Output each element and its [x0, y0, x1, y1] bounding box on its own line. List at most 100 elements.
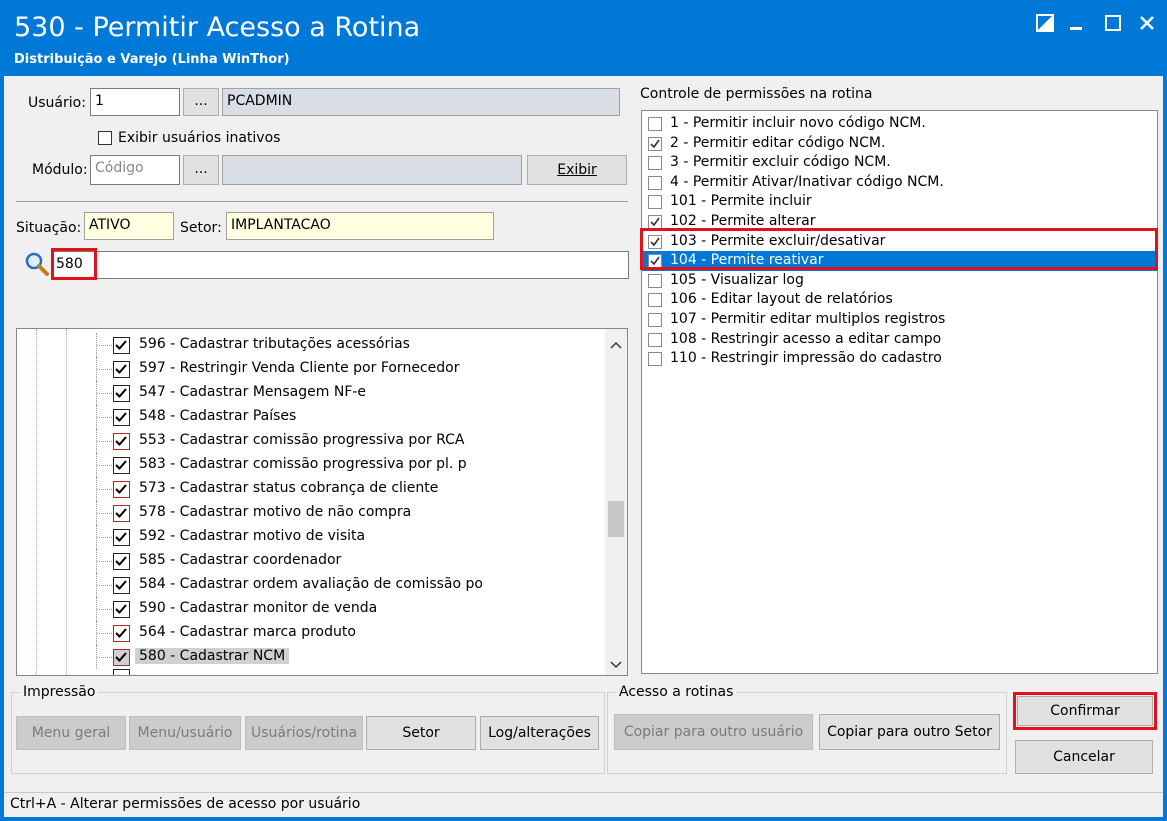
tree-item[interactable]: 585 - Cadastrar coordenador: [17, 549, 605, 573]
tree-item-label: 580 - Cadastrar NCM: [135, 648, 290, 664]
permission-item[interactable]: 101 - Permite incluir: [642, 192, 1157, 212]
permission-label: 102 - Permite alterar: [670, 213, 816, 229]
permission-label: 105 - Visualizar log: [670, 271, 804, 288]
permission-item[interactable]: 108 - Restringir acesso a editar campo: [642, 330, 1157, 350]
tree-item[interactable]: 596 - Cadastrar tributações acessórias: [17, 333, 605, 357]
routine-tree[interactable]: 596 - Cadastrar tributações acessórias 59…: [16, 328, 628, 676]
usuario-code-input[interactable]: 1: [90, 88, 180, 116]
tree-item[interactable]: 578 - Cadastrar motivo de não compra: [17, 501, 605, 525]
exibir-button[interactable]: Exibir: [527, 155, 627, 185]
search-icon: [24, 251, 50, 277]
tree-item[interactable]: 547 - Cadastrar Mensagem NF-e: [17, 381, 605, 405]
menu-usuario-button[interactable]: Menu/usuário: [129, 716, 241, 750]
tree-connector: [97, 393, 112, 394]
scroll-up-icon[interactable]: [610, 337, 622, 353]
tree-item-label: 548 - Cadastrar Países: [139, 408, 297, 424]
cancelar-button[interactable]: Cancelar: [1015, 740, 1153, 774]
tree-item-checkbox[interactable]: [113, 649, 130, 666]
permission-item[interactable]: 1 - Permitir incluir novo código NCM.: [642, 114, 1157, 134]
permission-item[interactable]: 4 - Permitir Ativar/Inativar código NCM.: [642, 173, 1157, 193]
tree-item-label: 584 - Cadastrar ordem avaliação de comis…: [139, 576, 483, 592]
permission-checkbox[interactable]: [648, 175, 662, 190]
tree-item[interactable]: 573 - Cadastrar status cobrança de clien…: [17, 477, 605, 501]
tree-item-checkbox[interactable]: [113, 361, 130, 378]
tree-connector: [97, 489, 112, 490]
permission-checkbox[interactable]: [648, 136, 662, 151]
scroll-down-icon[interactable]: [610, 657, 622, 673]
usuario-lookup-button[interactable]: ...: [183, 88, 219, 116]
permission-item[interactable]: 105 - Visualizar log: [642, 271, 1157, 291]
show-inactive-checkbox[interactable]: [98, 131, 112, 145]
copy-to-sector-button[interactable]: Copiar para outro Setor: [819, 714, 1000, 750]
tree-connector: [97, 513, 112, 514]
permission-checkbox[interactable]: [648, 293, 662, 308]
tree-item-label: 585 - Cadastrar coordenador: [139, 552, 342, 568]
tree-item[interactable]: 564 - Cadastrar marca produto: [17, 621, 605, 645]
tree-item[interactable]: 590 - Cadastrar monitor de venda: [17, 597, 605, 621]
tree-item-checkbox[interactable]: [113, 457, 130, 474]
permission-item[interactable]: 2 - Permitir editar código NCM.: [642, 134, 1157, 154]
minimize-icon[interactable]: [1064, 12, 1090, 38]
permission-item[interactable]: 3 - Permitir excluir código NCM.: [642, 153, 1157, 173]
permission-checkbox[interactable]: [648, 352, 662, 367]
permission-checkbox[interactable]: [648, 117, 662, 131]
tree-item-checkbox[interactable]: [113, 529, 130, 546]
setor-field: IMPLANTACAO: [226, 212, 494, 240]
permission-checkbox[interactable]: [648, 332, 662, 347]
tree-item-checkbox[interactable]: [113, 577, 130, 594]
permission-checkbox[interactable]: [648, 195, 662, 210]
menu-geral-button[interactable]: Menu geral: [16, 716, 126, 750]
scroll-thumb[interactable]: [608, 501, 624, 537]
tree-item-checkbox[interactable]: [113, 601, 130, 618]
permission-item[interactable]: 107 - Permitir editar multiplos registro…: [642, 310, 1157, 330]
setor-button[interactable]: Setor: [366, 716, 476, 750]
restore-icon[interactable]: [1032, 12, 1058, 38]
search-input[interactable]: 580: [51, 251, 629, 279]
tree-connector: [97, 585, 112, 586]
permission-checkbox[interactable]: [648, 156, 662, 171]
tree-item[interactable]: 592 - Cadastrar motivo de visita: [17, 525, 605, 549]
tree-item-checkbox[interactable]: [113, 385, 130, 402]
tree-item-checkbox[interactable]: [113, 505, 130, 522]
tree-partial-row: [17, 669, 607, 675]
app-window: 530 - Permitir Acesso a Rotina Distribui…: [0, 0, 1167, 821]
close-icon[interactable]: [1134, 12, 1160, 38]
tree-connector: [97, 633, 112, 634]
tree-item-label: 553 - Cadastrar comissão progressiva por…: [139, 432, 465, 448]
permission-checkbox[interactable]: [648, 273, 662, 288]
permission-checkbox[interactable]: [648, 313, 662, 327]
copy-to-user-button[interactable]: Copiar para outro usuário: [614, 714, 813, 750]
tree-item[interactable]: 548 - Cadastrar Países: [17, 405, 605, 429]
tree-item[interactable]: 583 - Cadastrar comissão progressiva por…: [17, 453, 605, 477]
permission-checkbox[interactable]: [648, 215, 662, 229]
tree-item-checkbox[interactable]: [113, 409, 130, 426]
tree-item-label: 583 - Cadastrar comissão progressiva por…: [139, 456, 467, 472]
modulo-code-input[interactable]: Código: [90, 155, 180, 185]
maximize-icon[interactable]: [1100, 12, 1126, 38]
tree-item[interactable]: 584 - Cadastrar ordem avaliação de comis…: [17, 573, 605, 597]
permission-label: 3 - Permitir excluir código NCM.: [670, 154, 891, 171]
permission-item[interactable]: 110 - Restringir impressão do cadastro: [642, 349, 1157, 369]
permission-label: 107 - Permitir editar multiplos registro…: [670, 311, 946, 327]
modulo-lookup-button[interactable]: ...: [183, 155, 219, 185]
log-alteracoes-button[interactable]: Log/alterações: [480, 716, 599, 750]
tree-item[interactable]: 553 - Cadastrar comissão progressiva por…: [17, 429, 605, 453]
situacao-label: Situação:: [16, 220, 82, 236]
tree-item-checkbox[interactable]: [113, 553, 130, 570]
tree-item[interactable]: 580 - Cadastrar NCM: [17, 645, 605, 669]
client-area: Usuário: 1 ... PCADMIN Exibir usuários i…: [4, 76, 1163, 817]
tree-item[interactable]: 597 - Restringir Venda Cliente por Forne…: [17, 357, 605, 381]
permissions-list[interactable]: 1 - Permitir incluir novo código NCM. 2 -…: [641, 110, 1158, 674]
usuarios-rotina-button[interactable]: Usuários/rotina: [245, 716, 363, 750]
acesso-title: Acesso a rotinas: [616, 684, 737, 700]
usuario-label: Usuário:: [28, 95, 86, 111]
tree-item-checkbox[interactable]: [113, 481, 130, 498]
tree-connector: [97, 465, 112, 466]
permissions-highlight-box: [640, 228, 1158, 270]
permission-label: 2 - Permitir editar código NCM.: [670, 134, 886, 151]
tree-scrollbar[interactable]: [605, 329, 627, 675]
permission-item[interactable]: 106 - Editar layout de relatórios: [642, 290, 1157, 310]
tree-item-checkbox[interactable]: [113, 625, 130, 642]
tree-item-checkbox[interactable]: [113, 433, 130, 450]
tree-item-checkbox[interactable]: [113, 337, 130, 354]
